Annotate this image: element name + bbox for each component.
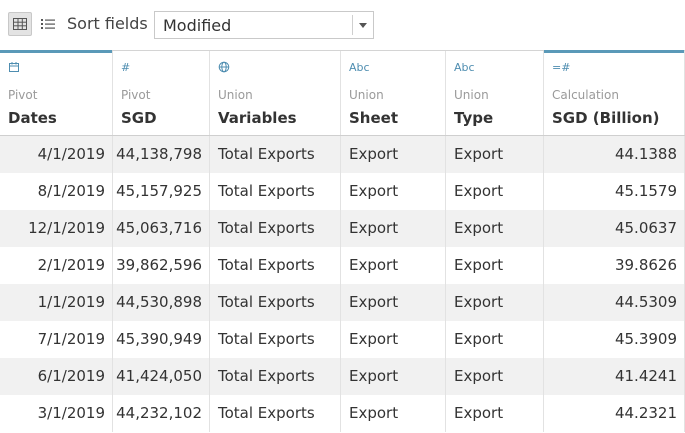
string-icon[interactable]: Abc <box>349 61 370 75</box>
column-source-label: Pivot <box>121 88 151 102</box>
table-cell[interactable]: Export <box>341 210 446 247</box>
table-cell[interactable]: 45,157,925 <box>113 173 210 210</box>
column-source-label: Union <box>218 88 253 102</box>
table-cell[interactable]: 45.1579 <box>544 173 685 210</box>
table-cell[interactable]: 45.0637 <box>544 210 685 247</box>
table-cell[interactable]: Export <box>341 136 446 173</box>
column-name[interactable]: SGD (Billion) <box>552 109 659 127</box>
table-cell[interactable]: Export <box>446 284 544 321</box>
table-cell[interactable]: 44,138,798 <box>113 136 210 173</box>
table-cell[interactable]: Total Exports <box>210 395 341 432</box>
table-cell[interactable]: 39.8626 <box>544 247 685 284</box>
column-header-4[interactable]: Abc Union Sheet <box>341 51 446 135</box>
table-cell[interactable]: 45,063,716 <box>113 210 210 247</box>
globe-icon[interactable] <box>218 61 230 77</box>
table-cell[interactable]: Export <box>341 247 446 284</box>
table-cell[interactable]: Export <box>341 358 446 395</box>
table-cell[interactable]: 44.5309 <box>544 284 685 321</box>
string-icon[interactable]: Abc <box>454 61 475 75</box>
table-cell[interactable]: 44.2321 <box>544 395 685 432</box>
sort-selected-value: Modified <box>163 16 232 35</box>
table-row: 2/1/2019 39,862,596 Total Exports Export Exp… <box>0 247 685 284</box>
table-row: 3/1/2019 44,232,102 Total Exports Export Exp… <box>0 395 685 432</box>
table-row: 12/1/2019 45,063,716 Total Exports Export Ex… <box>0 210 685 247</box>
table-cell[interactable]: 45.3909 <box>544 321 685 358</box>
column-header-3[interactable]: Union Variables <box>210 51 341 135</box>
table-cell[interactable]: Total Exports <box>210 210 341 247</box>
table-cell[interactable]: Export <box>446 136 544 173</box>
column-name[interactable]: Sheet <box>349 109 398 127</box>
table-cell[interactable]: 4/1/2019 <box>0 136 113 173</box>
column-source-label: Calculation <box>552 88 619 102</box>
table-cell[interactable]: Export <box>446 321 544 358</box>
table-cell[interactable]: Export <box>341 321 446 358</box>
grid-view-icon <box>13 18 27 30</box>
table-row: 1/1/2019 44,530,898 Total Exports Export Exp… <box>0 284 685 321</box>
table-cell[interactable]: 2/1/2019 <box>0 247 113 284</box>
sort-fields-label: Sort fields <box>67 14 148 33</box>
table-cell[interactable]: Total Exports <box>210 358 341 395</box>
column-name[interactable]: Variables <box>218 109 297 127</box>
table-cell[interactable]: Export <box>446 395 544 432</box>
table-cell[interactable]: 6/1/2019 <box>0 358 113 395</box>
table-cell[interactable]: Total Exports <box>210 247 341 284</box>
table-cell[interactable]: 8/1/2019 <box>0 173 113 210</box>
column-source-label: Union <box>454 88 489 102</box>
table-cell[interactable]: 3/1/2019 <box>0 395 113 432</box>
table-cell[interactable]: 12/1/2019 <box>0 210 113 247</box>
table-cell[interactable]: Total Exports <box>210 321 341 358</box>
table-cell[interactable]: Export <box>446 358 544 395</box>
data-grid: Pivot Dates # Pivot SGD Union Variables Abc Unio… <box>0 50 685 433</box>
list-view-button[interactable] <box>36 12 60 36</box>
table-cell[interactable]: 44,232,102 <box>113 395 210 432</box>
calculated-number-icon[interactable]: =# <box>552 61 570 75</box>
dropdown-divider <box>352 15 353 35</box>
table-row: 4/1/2019 44,138,798 Total Exports Export Exp… <box>0 136 685 173</box>
table-cell[interactable]: 1/1/2019 <box>0 284 113 321</box>
table-cell[interactable]: Export <box>341 173 446 210</box>
table-row: 7/1/2019 45,390,949 Total Exports Export Exp… <box>0 321 685 358</box>
table-cell[interactable]: 7/1/2019 <box>0 321 113 358</box>
table-cell[interactable]: 45,390,949 <box>113 321 210 358</box>
number-icon[interactable]: # <box>121 61 130 75</box>
table-row: 6/1/2019 41,424,050 Total Exports Export Exp… <box>0 358 685 395</box>
column-source-label: Union <box>349 88 384 102</box>
table-cell[interactable]: 39,862,596 <box>113 247 210 284</box>
table-cell[interactable]: Export <box>446 210 544 247</box>
table-cell[interactable]: 44.1388 <box>544 136 685 173</box>
grid-header: Pivot Dates # Pivot SGD Union Variables Abc Unio… <box>0 50 685 136</box>
list-view-icon <box>41 19 55 29</box>
table-row: 8/1/2019 45,157,925 Total Exports Export Exp… <box>0 173 685 210</box>
sort-fields-dropdown[interactable]: Modified <box>154 11 374 39</box>
table-cell[interactable]: Total Exports <box>210 173 341 210</box>
table-cell[interactable]: 44,530,898 <box>113 284 210 321</box>
chevron-down-icon[interactable] <box>359 23 367 28</box>
table-cell[interactable]: 41.4241 <box>544 358 685 395</box>
table-cell[interactable]: Export <box>341 395 446 432</box>
table-cell[interactable]: Export <box>446 173 544 210</box>
column-header-6[interactable]: =# Calculation SGD (Billion) <box>544 50 685 135</box>
table-cell[interactable]: Export <box>341 284 446 321</box>
column-header-5[interactable]: Abc Union Type <box>446 51 544 135</box>
column-name[interactable]: Type <box>454 109 493 127</box>
column-name[interactable]: SGD <box>121 109 157 127</box>
column-name[interactable]: Dates <box>8 109 57 127</box>
table-cell[interactable]: Total Exports <box>210 284 341 321</box>
toolbar: Sort fields Modified <box>0 0 685 50</box>
column-header-1[interactable]: Pivot Dates <box>0 50 113 135</box>
calendar-icon[interactable] <box>8 61 20 77</box>
table-cell[interactable]: Total Exports <box>210 136 341 173</box>
grid-view-button[interactable] <box>8 12 32 36</box>
column-source-label: Pivot <box>8 88 38 102</box>
table-cell[interactable]: 41,424,050 <box>113 358 210 395</box>
column-header-2[interactable]: # Pivot SGD <box>113 51 210 135</box>
table-cell[interactable]: Export <box>446 247 544 284</box>
